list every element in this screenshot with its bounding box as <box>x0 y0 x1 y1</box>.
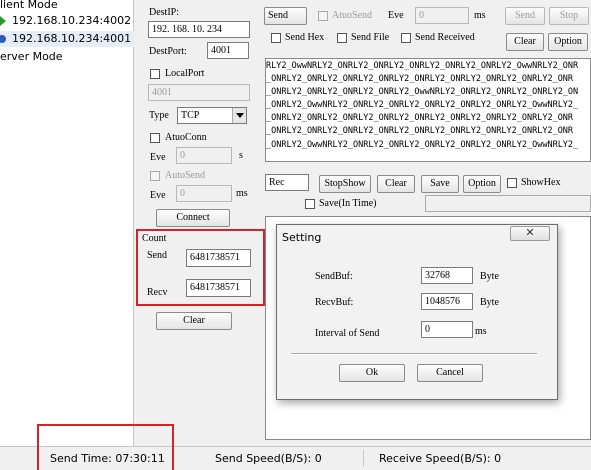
atuoconn-label: AtuoConn <box>165 132 207 143</box>
text-line: RLY2_OwwNRLY2_ONRLY2_ONRLY2_ONRLY2_ONRLY… <box>266 61 579 71</box>
connection-dot-icon <box>0 35 6 43</box>
savein-label: Save(In Time) <box>319 198 377 209</box>
tree-item-client-mode[interactable]: lient Mode <box>0 0 58 11</box>
savein-checkbox[interactable] <box>305 199 315 209</box>
rec-label-box: Rec <box>265 174 309 191</box>
text-line: _ONRLY2_ONRLY2_ONRLY2_ONRLY2_ONRLY2_ONRL… <box>266 113 574 124</box>
type-label: Type <box>149 110 169 121</box>
type-value: TCP <box>181 110 200 121</box>
tree-item-label: 192.168.10.234:4001 <box>12 32 132 45</box>
eve2-label: Eve <box>150 190 166 201</box>
send-option-button[interactable]: Option <box>548 33 588 51</box>
sendbuf-input[interactable]: 32768 <box>421 267 473 284</box>
eve-label: Eve <box>150 152 166 163</box>
ok-button[interactable]: Ok <box>339 364 405 382</box>
count-clear-button[interactable]: Clear <box>156 312 232 330</box>
send-repeat-button[interactable]: Send <box>505 7 545 25</box>
eve-label: Eve <box>388 10 404 21</box>
sendhex-label: Send Hex <box>285 32 325 43</box>
showhex-checkbox[interactable] <box>507 178 517 188</box>
text-line: _ONRLY2_ONRLY2_ONRLY2_ONRLY2_ONRLY2_ONRL… <box>266 126 574 137</box>
autosend-checkbox[interactable] <box>150 171 160 181</box>
send-toolbar: Send AtuoSend Eve 0 ms Send Stop Send He… <box>262 0 591 56</box>
eve2-input[interactable]: 0 <box>176 185 232 202</box>
send-clear-button[interactable]: Clear <box>506 33 544 51</box>
close-icon: ✕ <box>525 226 535 239</box>
atuosend-label: AtuoSend <box>332 10 372 21</box>
sendfile-checkbox[interactable] <box>337 33 347 43</box>
tree-item-server-mode[interactable]: erver Mode <box>0 50 63 63</box>
recvbuf-input[interactable]: 1048576 <box>421 293 473 310</box>
receive-speed-text: Receive Speed(B/S): 0 <box>379 452 502 465</box>
connect-button[interactable]: Connect <box>156 209 230 227</box>
eve2-unit: ms <box>236 188 248 199</box>
destip-label: DestIP: <box>149 7 179 18</box>
recvbuf-unit: Byte <box>480 297 499 308</box>
chevron-down-icon <box>232 108 246 123</box>
stopshow-button[interactable]: StopShow <box>319 175 371 193</box>
tree-item-label: 192.168.10.234:4002 <box>12 14 132 27</box>
destport-label: DestPort: <box>149 46 187 57</box>
send-button[interactable]: Send <box>264 7 307 25</box>
count-highlight-box <box>136 229 265 306</box>
text-line: _ONRLY2_OwwNRLY2_ONRLY2_ONRLY2_ONRLY2_ON… <box>266 100 579 111</box>
play-arrow-icon <box>0 16 6 26</box>
dialog-separator <box>291 353 537 355</box>
destip-input[interactable]: 192. 168. 10. 234 <box>148 21 250 38</box>
type-select[interactable]: TCP <box>177 107 247 124</box>
tree-item-label: lient Mode <box>0 0 58 11</box>
sendhex-checkbox[interactable] <box>271 33 281 43</box>
cancel-button[interactable]: Cancel <box>417 364 483 382</box>
eve-input[interactable]: 0 <box>176 147 232 164</box>
sendreceived-label: Send Received <box>415 32 475 43</box>
send-time-highlight-box <box>37 424 174 470</box>
text-line: _ONRLY2_OwwNRLY2_ONRLY2_ONRLY2_ONRLY2_ON… <box>266 139 579 150</box>
sendbuf-label: SendBuf: <box>315 271 353 282</box>
eve-unit: s <box>239 150 243 161</box>
destport-input[interactable]: 4001 <box>207 42 249 59</box>
atuoconn-checkbox[interactable] <box>150 133 160 143</box>
connection-tree: lient Mode 192.168.10.234:4002 192.168.1… <box>0 0 134 446</box>
send-eve-input[interactable]: 0 <box>415 7 469 24</box>
text-line: _ONRLY2_ONRLY2_ONRLY2_ONRLY2_ONRLY2_ONRL… <box>266 74 574 85</box>
setting-dialog: Setting ✕ SendBuf: 32768 Byte RecvBuf: 1… <box>276 224 558 400</box>
send-speed-text: Send Speed(B/S): 0 <box>215 452 322 465</box>
interval-input[interactable]: 0 <box>421 321 473 338</box>
sendreceived-checkbox[interactable] <box>401 33 411 43</box>
atuosend-checkbox[interactable] <box>318 11 328 21</box>
tree-item-connection-selected[interactable]: 192.168.10.234:4001 <box>0 31 134 47</box>
text-line: _ONRLY2_ONRLY2_ONRLY2_ONRLY2_OwwNRLY2_ON… <box>266 87 579 98</box>
recv-clear-button[interactable]: Clear <box>377 175 415 193</box>
status-divider <box>363 450 364 466</box>
save-path-field[interactable] <box>425 195 591 212</box>
showhex-label: ShowHex <box>521 177 561 188</box>
connection-panel: DestIP: 192. 168. 10. 234 DestPort: 4001… <box>140 0 261 446</box>
interval-label: Interval of Send <box>315 328 380 339</box>
sendfile-label: Send File <box>351 32 390 43</box>
recvbuf-label: RecvBuf: <box>315 297 354 308</box>
send-text-area[interactable]: RLY2_OwwNRLY2_ONRLY2_ONRLY2_ONRLY2_ONRLY… <box>265 58 591 162</box>
save-button[interactable]: Save <box>421 175 459 193</box>
dialog-close-button[interactable]: ✕ <box>510 226 550 241</box>
localport-checkbox[interactable] <box>150 69 160 79</box>
localport-input[interactable]: 4001 <box>148 84 250 101</box>
receive-toolbar: Rec StopShow Clear Save Option ShowHex S… <box>262 166 591 214</box>
sendbuf-unit: Byte <box>480 271 499 282</box>
recv-option-button[interactable]: Option <box>463 175 501 193</box>
localport-label: LocalPort <box>165 68 205 79</box>
interval-unit: ms <box>475 326 487 337</box>
tree-item-label: erver Mode <box>0 50 63 63</box>
ms-label: ms <box>474 10 486 21</box>
dialog-title: Setting <box>282 231 322 244</box>
stop-button[interactable]: Stop <box>549 7 589 25</box>
autosend-label: AutoSend <box>165 170 205 181</box>
